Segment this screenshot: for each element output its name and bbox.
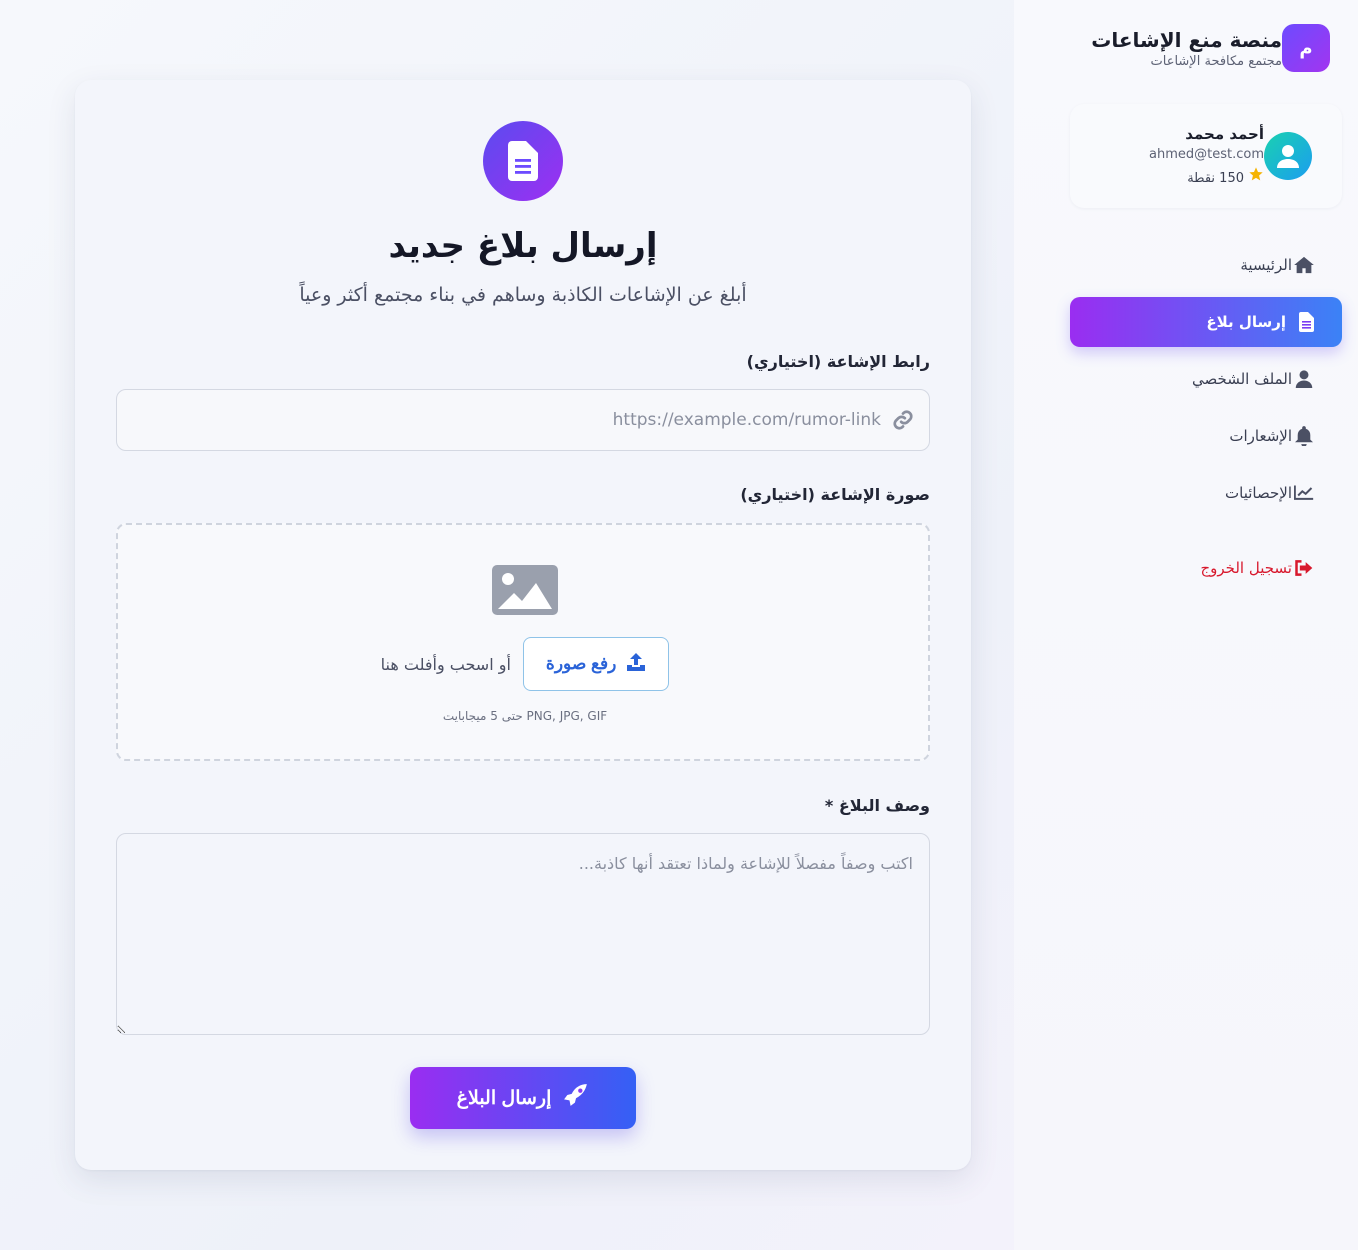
home-icon (1294, 255, 1314, 275)
sidebar: م منصة منع الإشاعات مجتمع مكافحة الإشاعا… (1014, 0, 1358, 1250)
sidebar-item-statistics[interactable]: الإحصائيات (1070, 468, 1342, 518)
logout-button[interactable]: تسجيل الخروج (1070, 543, 1342, 593)
brand[interactable]: م منصة منع الإشاعات مجتمع مكافحة الإشاعا… (1091, 24, 1330, 72)
description-textarea[interactable] (116, 833, 930, 1035)
logout-label: تسجيل الخروج (1200, 559, 1292, 577)
upload-image-button[interactable]: رفع صورة (522, 637, 670, 691)
sidebar-item-notifications[interactable]: الإشعارات (1070, 411, 1342, 461)
user-card: أحمد محمد ahmed@test.com 150 نقطة (1070, 104, 1342, 208)
sidebar-nav: الرئيسية إرسال بلاغ الملف الشخصي الإشعار… (1070, 240, 1342, 600)
user-avatar-icon (1277, 145, 1299, 168)
page: م منصة منع الإشاعات مجتمع مكافحة الإشاعا… (0, 0, 1358, 1250)
file-icon (1296, 312, 1316, 332)
upload-button-label: رفع صورة (545, 654, 617, 673)
sidebar-item-label: الإشعارات (1229, 427, 1292, 445)
star-icon (1248, 166, 1264, 191)
submit-report-button[interactable]: إرسال البلاغ (410, 1067, 636, 1129)
brand-title: منصة منع الإشاعات (1091, 28, 1282, 52)
brand-subtitle: مجتمع مكافحة الإشاعات (1150, 54, 1283, 69)
image-icon (492, 565, 558, 615)
brand-logo: م (1282, 24, 1330, 72)
sidebar-item-label: إرسال بلاغ (1206, 313, 1286, 331)
user-email: ahmed@test.com (1149, 147, 1264, 162)
report-form-card: إرسال بلاغ جديد أبلغ عن الإشاعات الكاذبة… (75, 80, 971, 1170)
rocket-icon (563, 1082, 589, 1114)
upload-icon (626, 652, 646, 677)
avatar (1264, 132, 1312, 180)
image-dropzone[interactable]: رفع صورة أو اسحب وأفلت هنا PNG, JPG, GIF… (116, 523, 930, 761)
submit-label: إرسال البلاغ (456, 1087, 552, 1109)
upload-hint: PNG, JPG, GIF حتى 5 ميجابايت (442, 709, 608, 723)
chart-line-icon (1294, 483, 1314, 503)
sidebar-item-label: الرئيسية (1240, 256, 1292, 274)
user-points: 150 نقطة (1149, 166, 1264, 191)
sidebar-item-profile[interactable]: الملف الشخصي (1070, 354, 1342, 404)
sidebar-item-send-report[interactable]: إرسال بلاغ (1070, 297, 1342, 347)
image-label: صورة الإشاعة (اختياري) (740, 485, 930, 504)
description-label: وصف البلاغ * (824, 796, 930, 815)
report-file-icon (483, 121, 563, 201)
user-icon (1294, 369, 1314, 389)
points-label: 150 نقطة (1187, 170, 1244, 186)
page-subtitle: أبلغ عن الإشاعات الكاذبة وساهم في بناء م… (299, 284, 747, 306)
drag-drop-text: أو اسحب وأفلت هنا (380, 654, 511, 674)
sidebar-item-label: الملف الشخصي (1192, 370, 1292, 388)
user-name: أحمد محمد (1185, 125, 1264, 143)
sidebar-item-label: الإحصائيات (1225, 484, 1292, 502)
page-title: إرسال بلاغ جديد (388, 226, 658, 266)
sidebar-item-home[interactable]: الرئيسية (1070, 240, 1342, 290)
url-field[interactable] (116, 389, 930, 451)
bell-icon (1294, 426, 1314, 446)
link-icon (891, 408, 915, 432)
sign-out-icon (1294, 558, 1314, 578)
url-label: رابط الإشاعة (اختياري) (746, 352, 930, 371)
url-input[interactable] (117, 410, 881, 430)
